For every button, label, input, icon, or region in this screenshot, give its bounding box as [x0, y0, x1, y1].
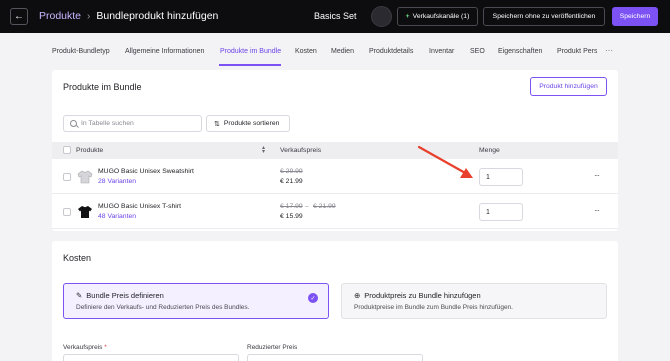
- row-actions-icon[interactable]: ···: [594, 171, 600, 180]
- back-button[interactable]: ←: [10, 8, 28, 25]
- option-title-row: ⊕ Produktpreis zu Bundle hinzufügen: [354, 291, 481, 300]
- sales-channels-button[interactable]: + Verkaufskanäle (1): [397, 7, 478, 26]
- reduced-price-input[interactable]: [247, 354, 423, 361]
- chevron-right-icon: ›: [87, 10, 91, 22]
- sales-channels-label: Verkaufskanäle (1): [412, 13, 470, 20]
- bundle-products-card: Produkte im Bundle Produkt hinzufügen ⇅ …: [52, 70, 618, 231]
- table-header: Produkte ▴ ▾ Verkaufspreis Menge: [52, 142, 618, 159]
- variants-link[interactable]: 48 Varianten: [98, 213, 136, 220]
- define-bundle-price-option[interactable]: ✎ Bundle Preis definieren Definiere den …: [63, 283, 329, 319]
- check-icon: ✓: [308, 293, 318, 303]
- tab-bar: Produkt-Bundletyp Allgemeine Information…: [0, 33, 670, 69]
- option-title-row: ✎ Bundle Preis definieren: [76, 291, 164, 300]
- pencil-icon: ✎: [76, 291, 83, 300]
- original-price: € 29.99: [280, 168, 303, 175]
- required-marker: *: [104, 344, 107, 351]
- option-title: Produktpreis zu Bundle hinzufügen: [364, 291, 481, 300]
- save-button[interactable]: Speichern: [612, 7, 658, 26]
- add-product-price-option[interactable]: ⊕ Produktpreis zu Bundle hinzufügen Prod…: [341, 283, 607, 319]
- save-unpublished-button[interactable]: Speichern ohne zu veröffentlichen: [483, 7, 605, 26]
- row-checkbox[interactable]: [63, 208, 71, 216]
- tab-product-personalization[interactable]: Produkt Pers: [557, 48, 597, 55]
- costs-title: Kosten: [63, 253, 92, 263]
- sale-price: € 21.99: [280, 178, 303, 185]
- tabs-overflow-icon[interactable]: ···: [605, 46, 613, 55]
- quantity-input[interactable]: [479, 168, 523, 186]
- breadcrumb-parent[interactable]: Produkte: [39, 10, 81, 22]
- costs-card: Kosten ✎ Bundle Preis definieren Definie…: [52, 241, 618, 361]
- active-tab-indicator: [219, 64, 281, 66]
- sort-icon: ⇅: [214, 120, 220, 128]
- reduced-price-label: Reduzierter Preis: [247, 344, 298, 351]
- top-bar: ← Produkte › Bundleprodukt hinzufügen Ba…: [0, 0, 670, 33]
- tab-product-details[interactable]: Produktdetails: [369, 48, 413, 55]
- option-description: Definiere den Verkaufs- und Reduzierten …: [76, 304, 250, 311]
- row-checkbox[interactable]: [63, 173, 71, 181]
- quantity-input[interactable]: [479, 203, 523, 221]
- product-avatar: [371, 6, 392, 27]
- sale-price-label-text: Verkaufspreis: [63, 344, 103, 351]
- column-header-product: Produkte: [76, 147, 104, 154]
- page-title: Bundleprodukt hinzufügen: [96, 10, 219, 22]
- add-product-button[interactable]: Produkt hinzufügen: [530, 77, 607, 96]
- sort-products-label: Produkte sortieren: [223, 120, 280, 127]
- variants-link[interactable]: 28 Varianten: [98, 178, 136, 185]
- table-row: MUGO Basic Unisex Sweatshirt 28 Variante…: [52, 159, 618, 194]
- column-header-price: Verkaufspreis: [280, 147, 322, 154]
- option-title: Bundle Preis definieren: [86, 291, 164, 300]
- row-actions-icon[interactable]: ···: [594, 206, 600, 215]
- plus-icon: +: [405, 13, 410, 20]
- bundle-set-name: Basics Set: [314, 11, 357, 21]
- tab-bundle-products[interactable]: Produkte im Bundle: [220, 48, 281, 55]
- search-input[interactable]: [81, 120, 191, 127]
- sale-price: € 15.99: [280, 213, 303, 220]
- search-icon: [70, 120, 77, 127]
- tab-costs[interactable]: Kosten: [295, 48, 317, 55]
- select-all-checkbox[interactable]: [63, 146, 71, 154]
- arrow-left-icon: ←: [14, 11, 24, 22]
- tab-inventory[interactable]: Inventar: [429, 48, 454, 55]
- sort-toggle-icon[interactable]: ▴ ▾: [262, 145, 265, 155]
- plus-circle-icon: ⊕: [354, 291, 361, 300]
- bundle-products-title: Produkte im Bundle: [63, 82, 142, 92]
- tab-general-info[interactable]: Allgemeine Informationen: [125, 48, 204, 55]
- price-range-dash: –: [305, 203, 309, 210]
- annotation-arrow-icon: [417, 145, 473, 178]
- table-row: MUGO Basic Unisex T-shirt 48 Varianten €…: [52, 194, 618, 229]
- original-price-min: € 17.99: [280, 203, 303, 210]
- product-name: MUGO Basic Unisex T-shirt: [98, 203, 181, 210]
- option-description: Produktpreise im Bundle zum Bundle Preis…: [354, 304, 513, 311]
- tshirt-thumbnail: [77, 204, 93, 220]
- tab-bundle-type[interactable]: Produkt-Bundletyp: [52, 48, 110, 55]
- sweatshirt-thumbnail: [77, 169, 93, 185]
- breadcrumb: Produkte › Bundleprodukt hinzufügen: [39, 10, 218, 22]
- tab-seo[interactable]: SEO: [470, 48, 485, 55]
- sale-price-input[interactable]: [63, 354, 239, 361]
- sort-products-button[interactable]: ⇅ Produkte sortieren: [206, 115, 290, 132]
- table-search[interactable]: [63, 115, 202, 132]
- product-name: MUGO Basic Unisex Sweatshirt: [98, 168, 194, 175]
- tab-media[interactable]: Medien: [331, 48, 354, 55]
- original-price-max: € 21.99: [313, 203, 336, 210]
- sale-price-label: Verkaufspreis *: [63, 344, 107, 351]
- tab-properties[interactable]: Eigenschaften: [498, 48, 542, 55]
- column-header-quantity: Menge: [479, 147, 500, 154]
